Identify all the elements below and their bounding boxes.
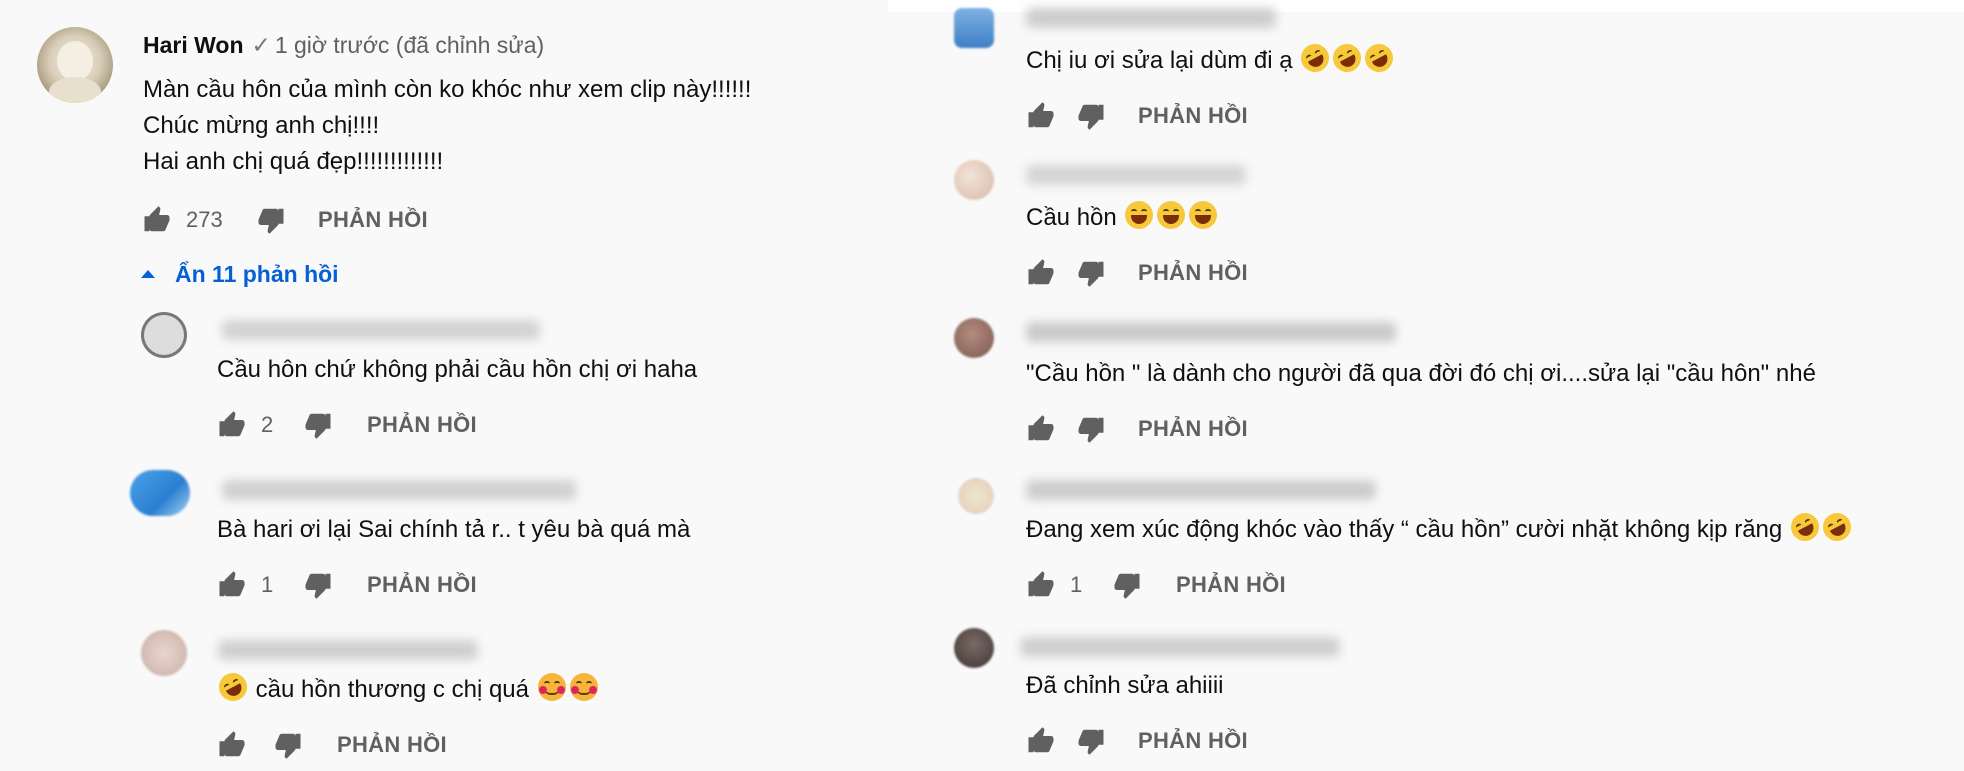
dislike-icon[interactable] — [303, 410, 333, 440]
reply-button[interactable]: PHẢN HỒI — [1138, 103, 1248, 129]
comment-text: Màn cầu hôn của mình còn ko khóc như xem… — [143, 72, 751, 180]
comment-actions: PHẢN HỒI — [1026, 255, 1248, 291]
hide-replies-label: Ẩn 11 phản hồi — [175, 260, 339, 287]
rolling-on-floor-laughing-emoji-icon — [1296, 39, 1335, 77]
reply-button[interactable]: PHẢN HỒI — [1138, 416, 1248, 442]
smiling-face-with-hearts-emoji-icon — [537, 673, 566, 701]
like-count: 1 — [261, 572, 274, 597]
comment-actions: PHẢN HỒI — [217, 727, 447, 763]
comment-line: cầu hồn thương c chị quá — [214, 668, 600, 708]
author-name[interactable]: Hari Won — [143, 32, 244, 58]
reply-button[interactable]: PHẢN HỒI — [367, 572, 477, 598]
dislike-icon[interactable] — [1076, 414, 1106, 444]
comment-line-text: Chị iu ơi sửa lại dùm đi ạ — [1026, 47, 1293, 74]
avatar[interactable] — [958, 478, 994, 514]
smiling-face-with-hearts-emoji-icon — [569, 673, 598, 701]
comment-line: Chị iu ơi sửa lại dùm đi ạ — [1026, 39, 1399, 79]
blurred-author — [1026, 165, 1246, 185]
dislike-icon[interactable] — [1076, 258, 1106, 288]
dislike-icon[interactable] — [303, 570, 333, 600]
dislike-icon[interactable] — [1076, 101, 1106, 131]
grinning-squinting-face-emoji-icon — [1189, 201, 1218, 229]
like-icon[interactable] — [1026, 570, 1056, 600]
like-icon[interactable] — [217, 730, 247, 760]
comment-actions: 273 PHẢN HỒI — [142, 202, 428, 238]
rolling-on-floor-laughing-emoji-icon — [1785, 508, 1824, 546]
reply-button[interactable]: PHẢN HỒI — [318, 207, 428, 233]
comment-text: Cầu hôn chứ không phải cầu hồn chị ơi ha… — [217, 352, 697, 388]
rolling-on-floor-laughing-emoji-icon — [1817, 508, 1856, 546]
comment-line-text: cầu hồn thương c chị quá — [255, 676, 529, 703]
comment-line: Bà hari ơi lại Sai chính tả r.. t yêu bà… — [217, 516, 691, 543]
comment-text: Đã chỉnh sửa ahiiii — [1026, 668, 1224, 704]
blurred-author — [1026, 480, 1376, 500]
like-icon[interactable] — [142, 205, 172, 235]
reply-button[interactable]: PHẢN HỒI — [367, 412, 477, 438]
like-icon[interactable] — [1026, 101, 1056, 131]
blurred-author — [218, 640, 478, 660]
reply-button[interactable]: PHẢN HỒI — [1176, 572, 1286, 598]
collapse-arrow-icon — [141, 270, 155, 278]
comment-actions: PHẢN HỒI — [1026, 411, 1248, 447]
comment-actions: PHẢN HỒI — [1026, 98, 1248, 134]
comment-text: Chị iu ơi sửa lại dùm đi ạ — [1026, 39, 1399, 79]
comment-text: cầu hồn thương c chị quá — [214, 668, 600, 708]
dislike-icon[interactable] — [256, 205, 286, 235]
comment-line: Đã chỉnh sửa ahiiii — [1026, 672, 1224, 699]
comment-line: Chúc mừng anh chị!!!! — [143, 112, 380, 139]
comment-text: Bà hari ơi lại Sai chính tả r.. t yêu bà… — [217, 512, 690, 548]
reply-button[interactable]: PHẢN HỒI — [337, 732, 447, 758]
hide-replies-toggle[interactable]: Ẩn 11 phản hồi — [141, 257, 339, 291]
rolling-on-floor-laughing-emoji-icon — [1360, 39, 1399, 77]
avatar[interactable] — [954, 8, 994, 48]
blurred-author — [1026, 322, 1396, 342]
comment-actions: 1 PHẢN HỒI — [217, 567, 477, 603]
avatar[interactable] — [130, 470, 190, 516]
like-count: 273 — [186, 207, 223, 232]
comment-text: Cầu hồn — [1026, 200, 1219, 236]
comment-text: Đang xem xúc động khóc vào thấy “ cầu hồ… — [1026, 508, 1856, 548]
like-count: 1 — [1070, 572, 1083, 597]
dislike-icon[interactable] — [1112, 570, 1142, 600]
comment-line-text: Đang xem xúc động khóc vào thấy “ cầu hồ… — [1026, 516, 1783, 543]
blurred-author — [1020, 637, 1340, 657]
verified-check-icon: ✓ — [251, 32, 271, 58]
comment-line: Màn cầu hôn của mình còn ko khóc như xem… — [143, 76, 752, 103]
avatar[interactable] — [954, 628, 994, 668]
reply-button[interactable]: PHẢN HỒI — [1138, 728, 1248, 754]
like-icon[interactable] — [1026, 726, 1056, 756]
comment-line: "Cầu hồn " là dành cho người đã qua đời … — [1026, 360, 1816, 387]
dislike-icon[interactable] — [273, 730, 303, 760]
comment-line: Cầu hồn — [1026, 200, 1219, 236]
blurred-author — [222, 480, 576, 500]
blurred-author — [222, 320, 540, 340]
like-icon[interactable] — [217, 410, 247, 440]
grinning-squinting-face-emoji-icon — [1125, 201, 1154, 229]
avatar[interactable] — [37, 27, 113, 103]
like-count: 2 — [261, 412, 274, 437]
avatar[interactable] — [954, 160, 994, 200]
comment-line: Đang xem xúc động khóc vào thấy “ cầu hồ… — [1026, 508, 1856, 548]
avatar[interactable] — [954, 318, 994, 358]
like-icon[interactable] — [217, 570, 247, 600]
reply-button[interactable]: PHẢN HỒI — [1138, 260, 1248, 286]
blurred-author — [1026, 8, 1276, 28]
comment-actions: PHẢN HỒI — [1026, 723, 1248, 759]
comment-header: Hari Won ✓ 1 giờ trước (đã chỉnh sửa) — [143, 31, 544, 59]
like-icon[interactable] — [1026, 414, 1056, 444]
rolling-on-floor-laughing-emoji-icon — [214, 668, 252, 706]
timestamp[interactable]: 1 giờ trước (đã chỉnh sửa) — [275, 32, 544, 58]
grinning-squinting-face-emoji-icon — [1157, 201, 1186, 229]
comment-line-text: Cầu hồn — [1026, 204, 1117, 231]
comment-actions: 1 PHẢN HỒI — [1026, 567, 1286, 603]
comment-line: Cầu hôn chứ không phải cầu hồn chị ơi ha… — [217, 356, 698, 383]
comment-line: Hai anh chị quá đẹp!!!!!!!!!!!!! — [143, 148, 444, 175]
avatar[interactable] — [141, 630, 187, 676]
like-icon[interactable] — [1026, 258, 1056, 288]
comment-actions: 2 PHẢN HỒI — [217, 407, 477, 443]
comment-text: "Cầu hồn " là dành cho người đã qua đời … — [1026, 356, 1816, 392]
rolling-on-floor-laughing-emoji-icon — [1328, 39, 1367, 77]
dislike-icon[interactable] — [1076, 726, 1106, 756]
avatar[interactable] — [141, 312, 187, 358]
